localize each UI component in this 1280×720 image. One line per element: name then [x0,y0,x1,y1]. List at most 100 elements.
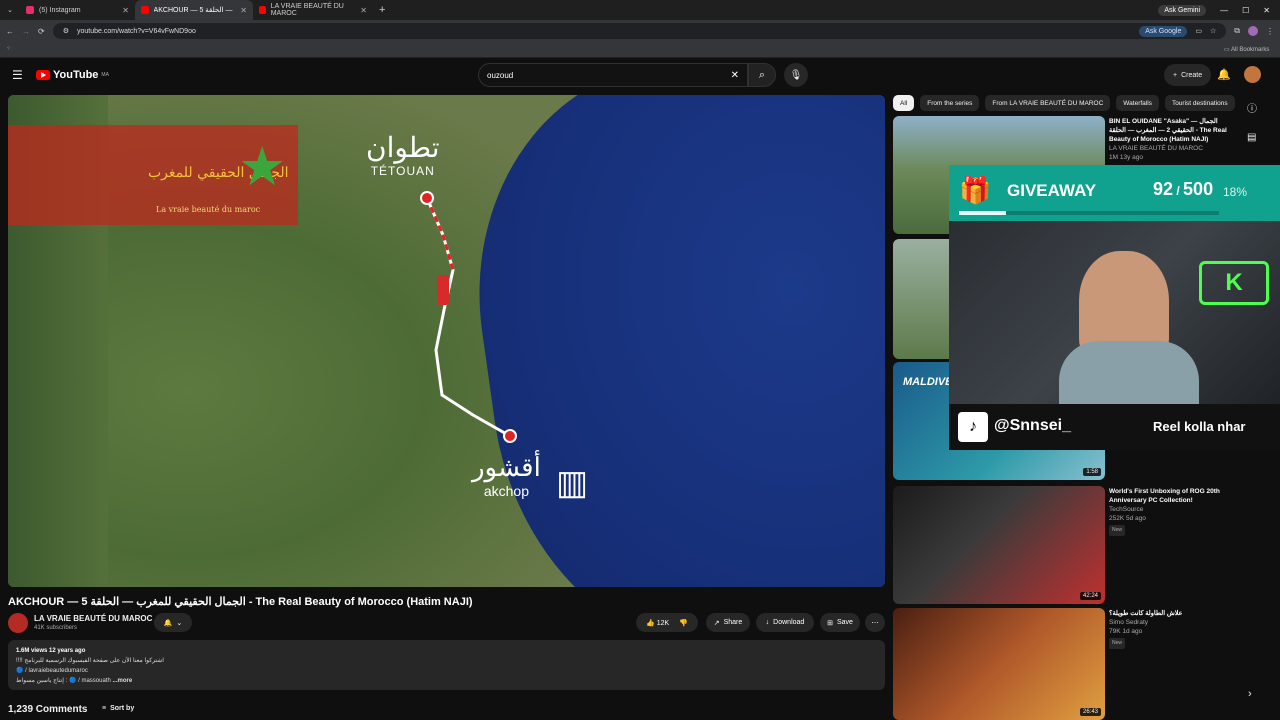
sidebar-meta: 252K 5d ago [1109,515,1146,522]
close-window-icon[interactable]: ✕ [1263,6,1270,15]
comments-count: 1,239 Comments [8,704,88,715]
tab-label: LA VRAIE BEAUTÉ DU MAROC [270,3,344,17]
video-title: AKCHOUR — 5 الجمال الحقيقي للمغرب — الحل… [8,596,473,608]
browser-tab-instagram[interactable]: (5) Instagram ✕ [20,0,135,20]
sidebar-video-title: علاش الطاولة كانت طويلة؟ [1109,610,1183,617]
sidebar-video-info[interactable]: World's First Unboxing of ROG 20th Anniv… [1109,487,1239,536]
maximize-icon[interactable]: ☐ [1242,6,1249,15]
subscriber-count: 41K subscribers [34,625,78,631]
close-tab-icon[interactable]: ✕ [240,6,247,15]
city-latin: TÉTOUAN [370,164,435,178]
download-icon: ↓ [765,619,770,626]
video-duration: 42:24 [1079,592,1101,600]
producer-link[interactable]: massouath [81,678,110,684]
sort-icon: ≡ [102,705,107,712]
like-count: 12K [656,619,670,627]
description-link[interactable]: 🔵 / lavraiebeautedumaroc [16,666,877,676]
download-button[interactable]: ↓ Download [756,613,814,632]
minimize-icon[interactable]: — [1220,6,1228,15]
chip-from-channel[interactable]: From LA VRAIE BEAUTÉ DU MAROC [985,95,1111,111]
video-player[interactable]: الجمال الحقيقي للمغرب ★ La vraie beauté … [8,95,885,587]
streamer-shirt [1059,341,1199,404]
chip-all[interactable]: All [893,95,915,111]
sidebar-channel: Simo Sedraty [1109,619,1149,626]
like-button[interactable]: 👍 12K [646,619,669,627]
profile-icon[interactable] [1248,26,1258,36]
microphone-icon: 🎙 [789,69,803,81]
sidebar-video-info[interactable]: BIN EL OUIDANE "Asaka" — الجمال الحقيقي … [1109,117,1239,162]
share-button[interactable]: ↗ Share [706,613,750,632]
bookmark-star-icon[interactable]: ☆ [1210,27,1216,35]
more-actions-button[interactable]: ⋯ [865,613,885,632]
save-icon: ⊞ [827,619,833,627]
giveaway-percent: 18% [1223,185,1248,199]
site-info-icon[interactable]: ⚙ [63,27,69,35]
all-bookmarks-link[interactable]: ▭ All Bookmarks [1224,46,1269,53]
search-input[interactable]: ouzoud ✕ [478,63,748,87]
sidebar-video-info[interactable]: علاش الطاولة كانت طويلة؟ Simo Sedraty 79… [1109,609,1239,649]
new-tab-button[interactable]: + [373,0,391,20]
channel-avatar[interactable] [8,613,28,633]
more-link[interactable]: ...more [112,678,132,684]
sidebar-thumbnail[interactable]: 26:43 [893,608,1105,720]
youtube-logo[interactable]: YouTube MA [36,69,109,81]
chat-icon[interactable]: ▤ [1247,132,1256,143]
city-arabic: أقشور [472,453,541,483]
browser-menu-icon[interactable]: ⋮ [1266,27,1274,36]
account-avatar[interactable] [1244,66,1261,83]
forward-icon[interactable]: → [22,27,30,36]
channel-name[interactable]: LA VRAIE BEAUTÉ DU MAROC [34,614,152,623]
city-tetouan: تطوان TÉTOUAN [366,131,440,178]
close-tab-icon[interactable]: ✕ [122,6,129,15]
reload-icon[interactable]: ⟳ [38,27,45,36]
search-button[interactable]: ⌕ [748,63,776,87]
tab-label: (5) Instagram [39,6,81,14]
giveaway-label: GIVEAWAY [1007,181,1097,200]
extensions-icon[interactable]: ⧉ [1234,26,1240,36]
description-line: !!!! اشتركوا معنا الآن على صفحة الفيسبوك… [16,658,164,664]
credits-text: إنتاج ياسين مسواط : [16,678,68,684]
new-badge: New [1109,525,1126,536]
bookmarks-bar: ⁘ ▭ All Bookmarks [0,42,1280,58]
sort-by-button[interactable]: ≡ Sort by [102,705,134,712]
back-icon[interactable]: ← [6,27,14,36]
notifications-bell-icon[interactable]: 🔔 [1217,68,1231,81]
sidebar-meta: 1M 13y ago [1109,154,1143,161]
url-field[interactable]: ⚙ youtube.com/watch?v=V64vFwND9oo Ask Go… [52,23,1227,39]
dislike-button[interactable]: 👎 [679,619,688,627]
tab-menu-button[interactable]: ⌄ [0,0,20,20]
youtube-icon [259,6,266,14]
sidebar-channel: LA VRAIE BEAUTÉ DU MAROC [1109,145,1203,152]
sidebar-channel: TechSource [1109,506,1144,513]
logo-text: YouTube [53,69,99,81]
cast-icon[interactable]: ▭ [1195,27,1202,35]
save-button[interactable]: ⊞ Save [820,613,860,632]
facebook-link[interactable]: lavraiebeautedumaroc [28,668,87,674]
chevron-down-icon: ⌄ [176,619,183,627]
plus-icon: + [1173,71,1178,79]
info-icon[interactable]: ⓘ [1247,100,1257,115]
ask-gemini-button[interactable]: Ask Gemini [1158,4,1207,16]
sidebar-video-title: World's First Unboxing of ROG 20th Anniv… [1109,488,1220,504]
hamburger-menu-icon[interactable]: ☰ [12,68,23,82]
browser-tab-channel[interactable]: LA VRAIE BEAUTÉ DU MAROC ✕ [253,0,373,20]
subscribed-button[interactable]: 🔔 ⌄ [154,613,192,632]
sidebar-video-title: BIN EL OUIDANE "Asaka" — الجمال الحقيقي … [1109,118,1227,143]
address-bar-row: ← → ⟳ ⚙ youtube.com/watch?v=V64vFwND9oo … [0,20,1280,42]
clear-search-icon[interactable]: ✕ [731,70,739,81]
create-label: Create [1181,71,1203,79]
more-icon: ⋯ [871,619,879,627]
voice-search-button[interactable]: 🎙 [784,63,808,87]
browser-tab-akchour[interactable]: AKCHOUR — 5 الحلقة — ... ✕ [135,0,253,20]
giveaway-count: 92 [1153,179,1174,199]
chip-from-series[interactable]: From the series [920,95,980,111]
chip-waterfalls[interactable]: Waterfalls [1116,95,1159,111]
create-button[interactable]: + Create [1164,64,1212,86]
sidebar-thumbnail[interactable]: 42:24 [893,486,1105,604]
chevron-right-icon[interactable]: › [1248,688,1252,700]
apps-icon[interactable]: ⁘ [6,45,11,52]
close-tab-icon[interactable]: ✕ [360,6,367,15]
description-box[interactable]: 1.6M views 12 years ago !!!! اشتركوا معن… [8,640,885,690]
ask-google-button[interactable]: Ask Google [1139,25,1188,37]
chip-tourist-destinations[interactable]: Tourist destinations [1164,95,1235,111]
